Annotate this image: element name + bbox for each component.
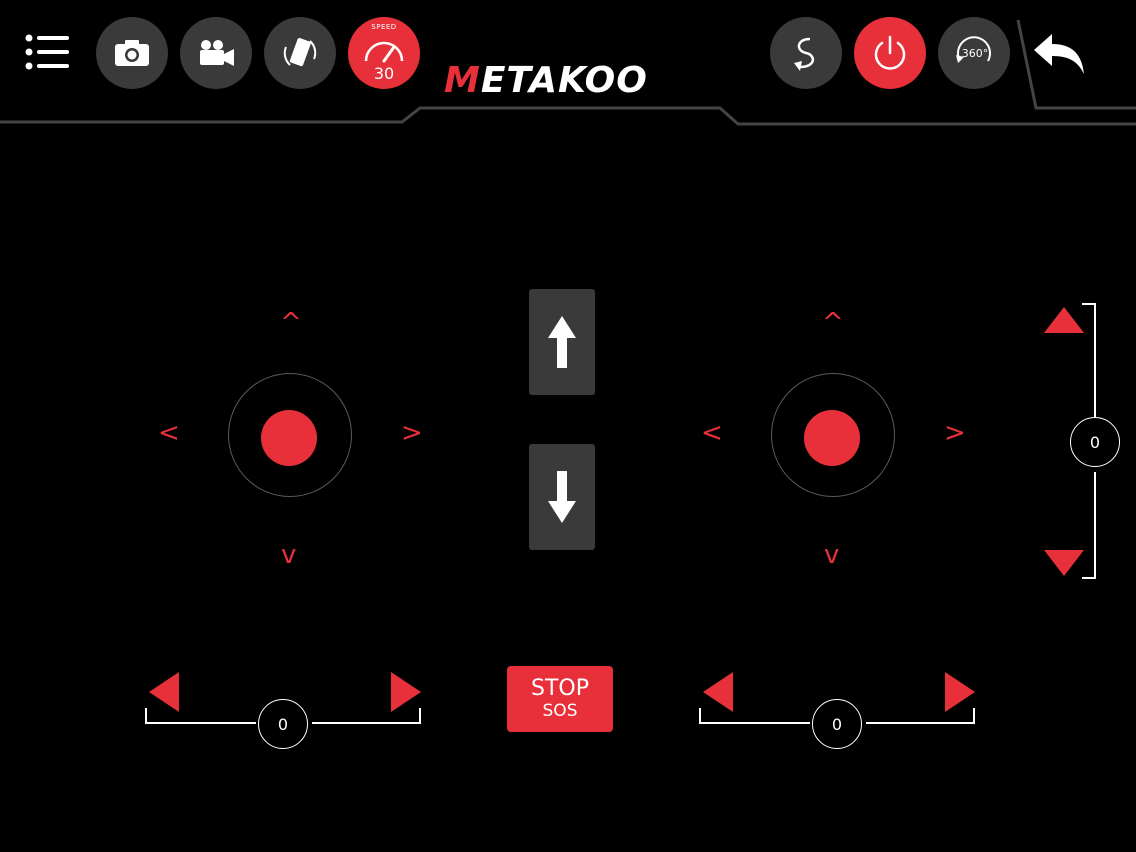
left-trim-left-button[interactable] xyxy=(147,670,181,714)
sos-label: SOS xyxy=(542,701,578,721)
descend-button[interactable] xyxy=(529,444,595,550)
right-vertical-trim-value: 0 xyxy=(1070,417,1120,467)
triangle-left-icon xyxy=(703,672,733,712)
arrow-down-icon xyxy=(548,471,576,523)
left-joystick-knob[interactable] xyxy=(261,410,317,466)
arrow-up-icon xyxy=(548,316,576,368)
left-joystick-left-arrow: < xyxy=(158,418,180,448)
stop-sos-button[interactable]: STOP SOS xyxy=(507,666,613,732)
triangle-down-icon xyxy=(1044,550,1084,576)
right-joystick-up-arrow: ^ xyxy=(822,308,844,338)
left-joystick-down-arrow: v xyxy=(281,540,297,570)
left-trim-right-button[interactable] xyxy=(389,670,423,714)
triangle-up-icon xyxy=(1044,307,1084,333)
right-joystick-down-arrow: v xyxy=(824,540,840,570)
right-joystick-left-arrow: < xyxy=(701,418,723,448)
right-joystick-knob[interactable] xyxy=(804,410,860,466)
right-trim-left-button[interactable] xyxy=(701,670,735,714)
left-joystick-right-arrow: > xyxy=(401,418,423,448)
triangle-right-icon xyxy=(945,672,975,712)
header-divider xyxy=(0,19,1136,126)
ascend-button[interactable] xyxy=(529,289,595,395)
left-horizontal-trim-value: 0 xyxy=(258,699,308,749)
trim-up-button[interactable] xyxy=(1042,305,1086,335)
trim-down-button[interactable] xyxy=(1042,548,1086,578)
right-horizontal-trim-value: 0 xyxy=(812,699,862,749)
left-joystick-up-arrow: ^ xyxy=(280,308,302,338)
triangle-left-icon xyxy=(149,672,179,712)
right-trim-right-button[interactable] xyxy=(943,670,977,714)
stop-label: STOP xyxy=(531,676,589,701)
right-joystick-right-arrow: > xyxy=(944,418,966,448)
triangle-right-icon xyxy=(391,672,421,712)
